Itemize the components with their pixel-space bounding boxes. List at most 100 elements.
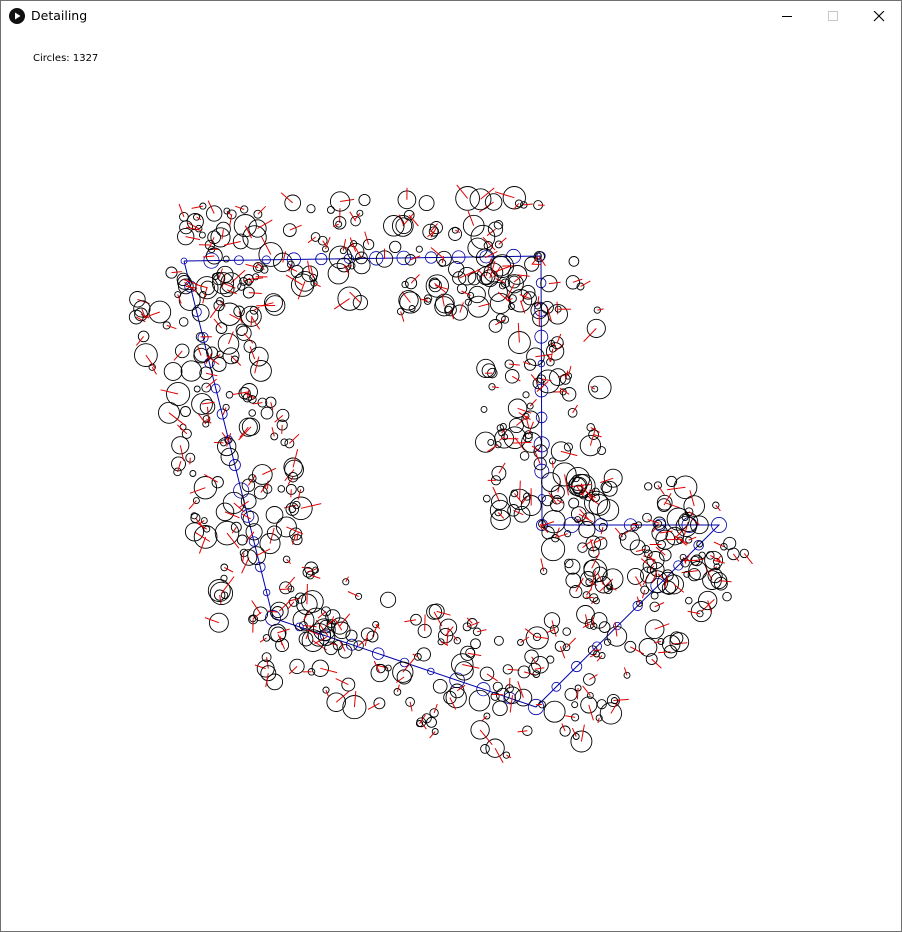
detail-link: [229, 214, 233, 227]
detail-link: [623, 667, 628, 676]
detail-circle: [540, 274, 558, 293]
detail-link: [281, 424, 283, 434]
detail-circle: [225, 391, 234, 399]
detail-link: [151, 366, 157, 375]
detail-link: [576, 687, 579, 700]
detail-circle: [650, 591, 659, 600]
detail-link: [340, 198, 355, 202]
detail-circle: [327, 262, 350, 285]
detail-link: [459, 302, 464, 313]
detail-link: [194, 531, 211, 542]
detail-link: [248, 292, 262, 294]
detail-link: [202, 255, 215, 258]
detail-link: [204, 617, 220, 624]
detail-link: [689, 490, 695, 507]
detail-circle: [481, 363, 497, 379]
maximize-icon: [828, 11, 838, 21]
detail-circle: [531, 655, 549, 674]
detail-link: [339, 613, 351, 627]
detail-link: [523, 203, 533, 206]
detail-circle: [173, 467, 182, 477]
detail-circle: [380, 591, 397, 608]
detail-circle: [189, 470, 197, 477]
detail-circle: [541, 494, 554, 507]
detail-circle: [669, 631, 684, 646]
detail-circle: [193, 385, 201, 393]
detail-circle: [200, 517, 208, 525]
detail-circle: [418, 195, 435, 212]
detail-link: [224, 566, 234, 573]
detail-link: [204, 473, 218, 483]
detail-circle: [415, 245, 423, 253]
detail-circle: [685, 596, 693, 605]
detail-link: [189, 487, 206, 494]
detail-link: [582, 685, 591, 696]
circle-packing-drawing: [128, 184, 753, 764]
title-bar[interactable]: Detailing: [1, 1, 901, 32]
detail-circle: [482, 494, 491, 503]
detail-link: [219, 595, 222, 605]
detail-circle: [484, 193, 503, 211]
detail-circle: [698, 551, 706, 559]
detail-link: [353, 691, 357, 708]
detail-circle: [522, 391, 530, 399]
window-title: Detailing: [31, 8, 88, 23]
detail-circle: [533, 457, 547, 471]
detail-link: [188, 500, 197, 510]
detail-circle: [468, 689, 491, 712]
detail-circle: [191, 304, 210, 322]
detail-circle: [222, 255, 230, 263]
detail-circle: [178, 317, 189, 327]
detail-link: [317, 611, 327, 619]
detail-circle: [666, 475, 678, 487]
detail-link: [688, 536, 697, 541]
detail-circle: [456, 283, 468, 294]
detail-circle: [492, 700, 508, 717]
minimize-icon: [782, 16, 792, 17]
detail-link: [189, 457, 191, 465]
detail-circle: [493, 635, 504, 646]
detail-link: [613, 698, 629, 701]
detail-link: [290, 489, 292, 498]
detail-link: [536, 636, 549, 640]
detail-circle: [410, 613, 422, 626]
detail-link: [537, 296, 540, 306]
detail-link: [519, 480, 521, 500]
detail-link: [479, 729, 493, 746]
detail-circle: [162, 321, 171, 330]
detail-circle: [596, 498, 620, 522]
detail-link: [280, 192, 294, 204]
detail-link: [287, 601, 295, 610]
detail-link: [479, 201, 494, 213]
detail-link: [207, 200, 215, 214]
detail-circle: [163, 362, 183, 381]
detail-link: [223, 241, 241, 246]
detail-link: [585, 596, 594, 599]
detail-link: [279, 588, 291, 590]
detail-link: [683, 521, 689, 536]
detail-circle: [487, 438, 495, 446]
detail-link: [579, 484, 591, 486]
detail-link: [533, 450, 541, 464]
detail-link: [651, 658, 662, 669]
detail-link: [667, 486, 686, 491]
detail-circle: [250, 360, 272, 382]
detail-circle: [651, 524, 669, 542]
detail-link: [597, 308, 604, 311]
minimize-button[interactable]: [764, 1, 810, 32]
detail-circle: [241, 478, 256, 493]
detail-link: [540, 523, 543, 530]
detail-link: [579, 508, 589, 520]
detail-link: [566, 637, 577, 648]
detail-circle: [180, 360, 202, 382]
detail-circle: [492, 681, 503, 692]
maximize-button[interactable]: [810, 1, 856, 32]
detail-circle: [148, 300, 172, 324]
detail-link: [296, 532, 299, 540]
close-button[interactable]: [856, 1, 902, 32]
detail-circle: [485, 738, 505, 758]
detail-link: [551, 460, 554, 468]
sketch-canvas[interactable]: Circles: 1327: [1, 32, 901, 931]
detail-link: [197, 413, 207, 425]
detail-link: [556, 333, 562, 343]
